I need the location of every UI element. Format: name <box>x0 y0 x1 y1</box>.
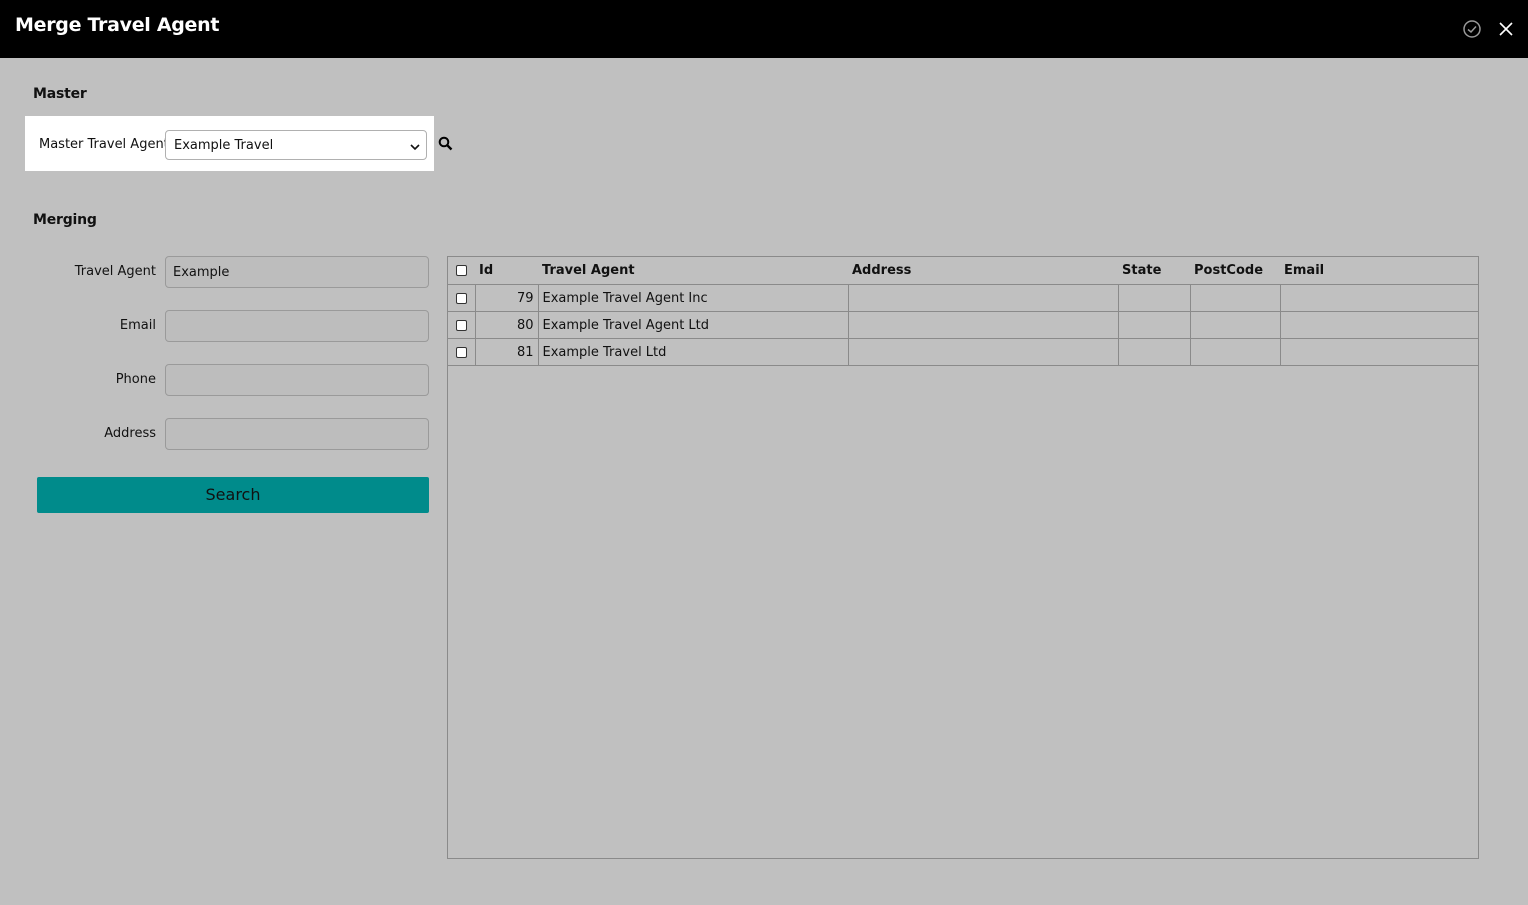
cell-postcode <box>1190 338 1281 366</box>
master-travel-agent-select[interactable]: Example Travel <box>165 130 427 160</box>
select-all-checkbox[interactable] <box>456 265 467 276</box>
cell-address <box>848 338 1119 366</box>
email-row: Email <box>0 310 440 342</box>
column-header-address[interactable]: Address <box>848 257 1118 285</box>
table-header-row: Id Travel Agent Address State PostCode E… <box>448 257 1478 285</box>
travel-agent-input[interactable]: Example <box>165 256 429 288</box>
row-checkbox-cell <box>448 338 476 366</box>
select-all-checkbox-cell <box>448 257 475 285</box>
cell-id: 79 <box>475 284 539 312</box>
row-checkbox[interactable] <box>455 346 467 358</box>
travel-agent-label: Travel Agent <box>74 264 156 279</box>
cell-id: 80 <box>475 311 539 339</box>
column-header-email[interactable]: Email <box>1280 257 1478 285</box>
merging-heading: Merging <box>33 212 97 228</box>
cell-state <box>1118 284 1191 312</box>
cell-email <box>1280 284 1478 312</box>
email-field[interactable] <box>165 310 429 342</box>
cell-email <box>1280 338 1478 366</box>
search-icon[interactable] <box>438 136 453 151</box>
table-row[interactable]: 81 Example Travel Ltd <box>448 338 1478 366</box>
column-header-postcode[interactable]: PostCode <box>1190 257 1280 285</box>
close-icon[interactable] <box>1496 19 1516 39</box>
row-checkbox[interactable] <box>455 292 467 304</box>
row-checkbox-cell <box>448 311 476 339</box>
cell-travel-agent: Example Travel Agent Inc <box>538 284 849 312</box>
column-header-state[interactable]: State <box>1118 257 1190 285</box>
check-circle-icon[interactable] <box>1462 19 1482 39</box>
chevron-down-icon <box>410 141 420 151</box>
master-panel: Master Travel Agent Example Travel <box>25 116 434 171</box>
master-travel-agent-label: Master Travel Agent <box>39 137 169 152</box>
results-grid: Id Travel Agent Address State PostCode E… <box>447 256 1479 859</box>
cell-postcode <box>1190 284 1281 312</box>
cell-id: 81 <box>475 338 539 366</box>
cell-state <box>1118 338 1191 366</box>
search-button[interactable]: Search <box>37 477 429 513</box>
travel-agent-row: Travel Agent Example <box>0 256 440 288</box>
master-travel-agent-value: Example Travel <box>174 138 274 153</box>
cell-email <box>1280 311 1478 339</box>
phone-label: Phone <box>115 372 156 387</box>
title-bar: Merge Travel Agent <box>0 0 1528 58</box>
cell-travel-agent: Example Travel Agent Ltd <box>538 311 849 339</box>
table-row[interactable]: 79 Example Travel Agent Inc <box>448 284 1478 312</box>
address-field[interactable] <box>165 418 429 450</box>
column-header-travel-agent[interactable]: Travel Agent <box>538 257 848 285</box>
row-checkbox-cell <box>448 284 476 312</box>
phone-row: Phone <box>0 364 440 396</box>
window-title: Merge Travel Agent <box>15 14 220 36</box>
address-row: Address <box>0 418 440 450</box>
table-row[interactable]: 80 Example Travel Agent Ltd <box>448 311 1478 339</box>
column-header-id[interactable]: Id <box>475 257 538 285</box>
email-label: Email <box>119 318 156 333</box>
cell-address <box>848 284 1119 312</box>
row-checkbox[interactable] <box>455 319 467 331</box>
cell-state <box>1118 311 1191 339</box>
cell-address <box>848 311 1119 339</box>
cell-travel-agent: Example Travel Ltd <box>538 338 849 366</box>
cell-postcode <box>1190 311 1281 339</box>
phone-field[interactable] <box>165 364 429 396</box>
address-label: Address <box>104 426 156 441</box>
master-heading: Master <box>33 86 87 102</box>
